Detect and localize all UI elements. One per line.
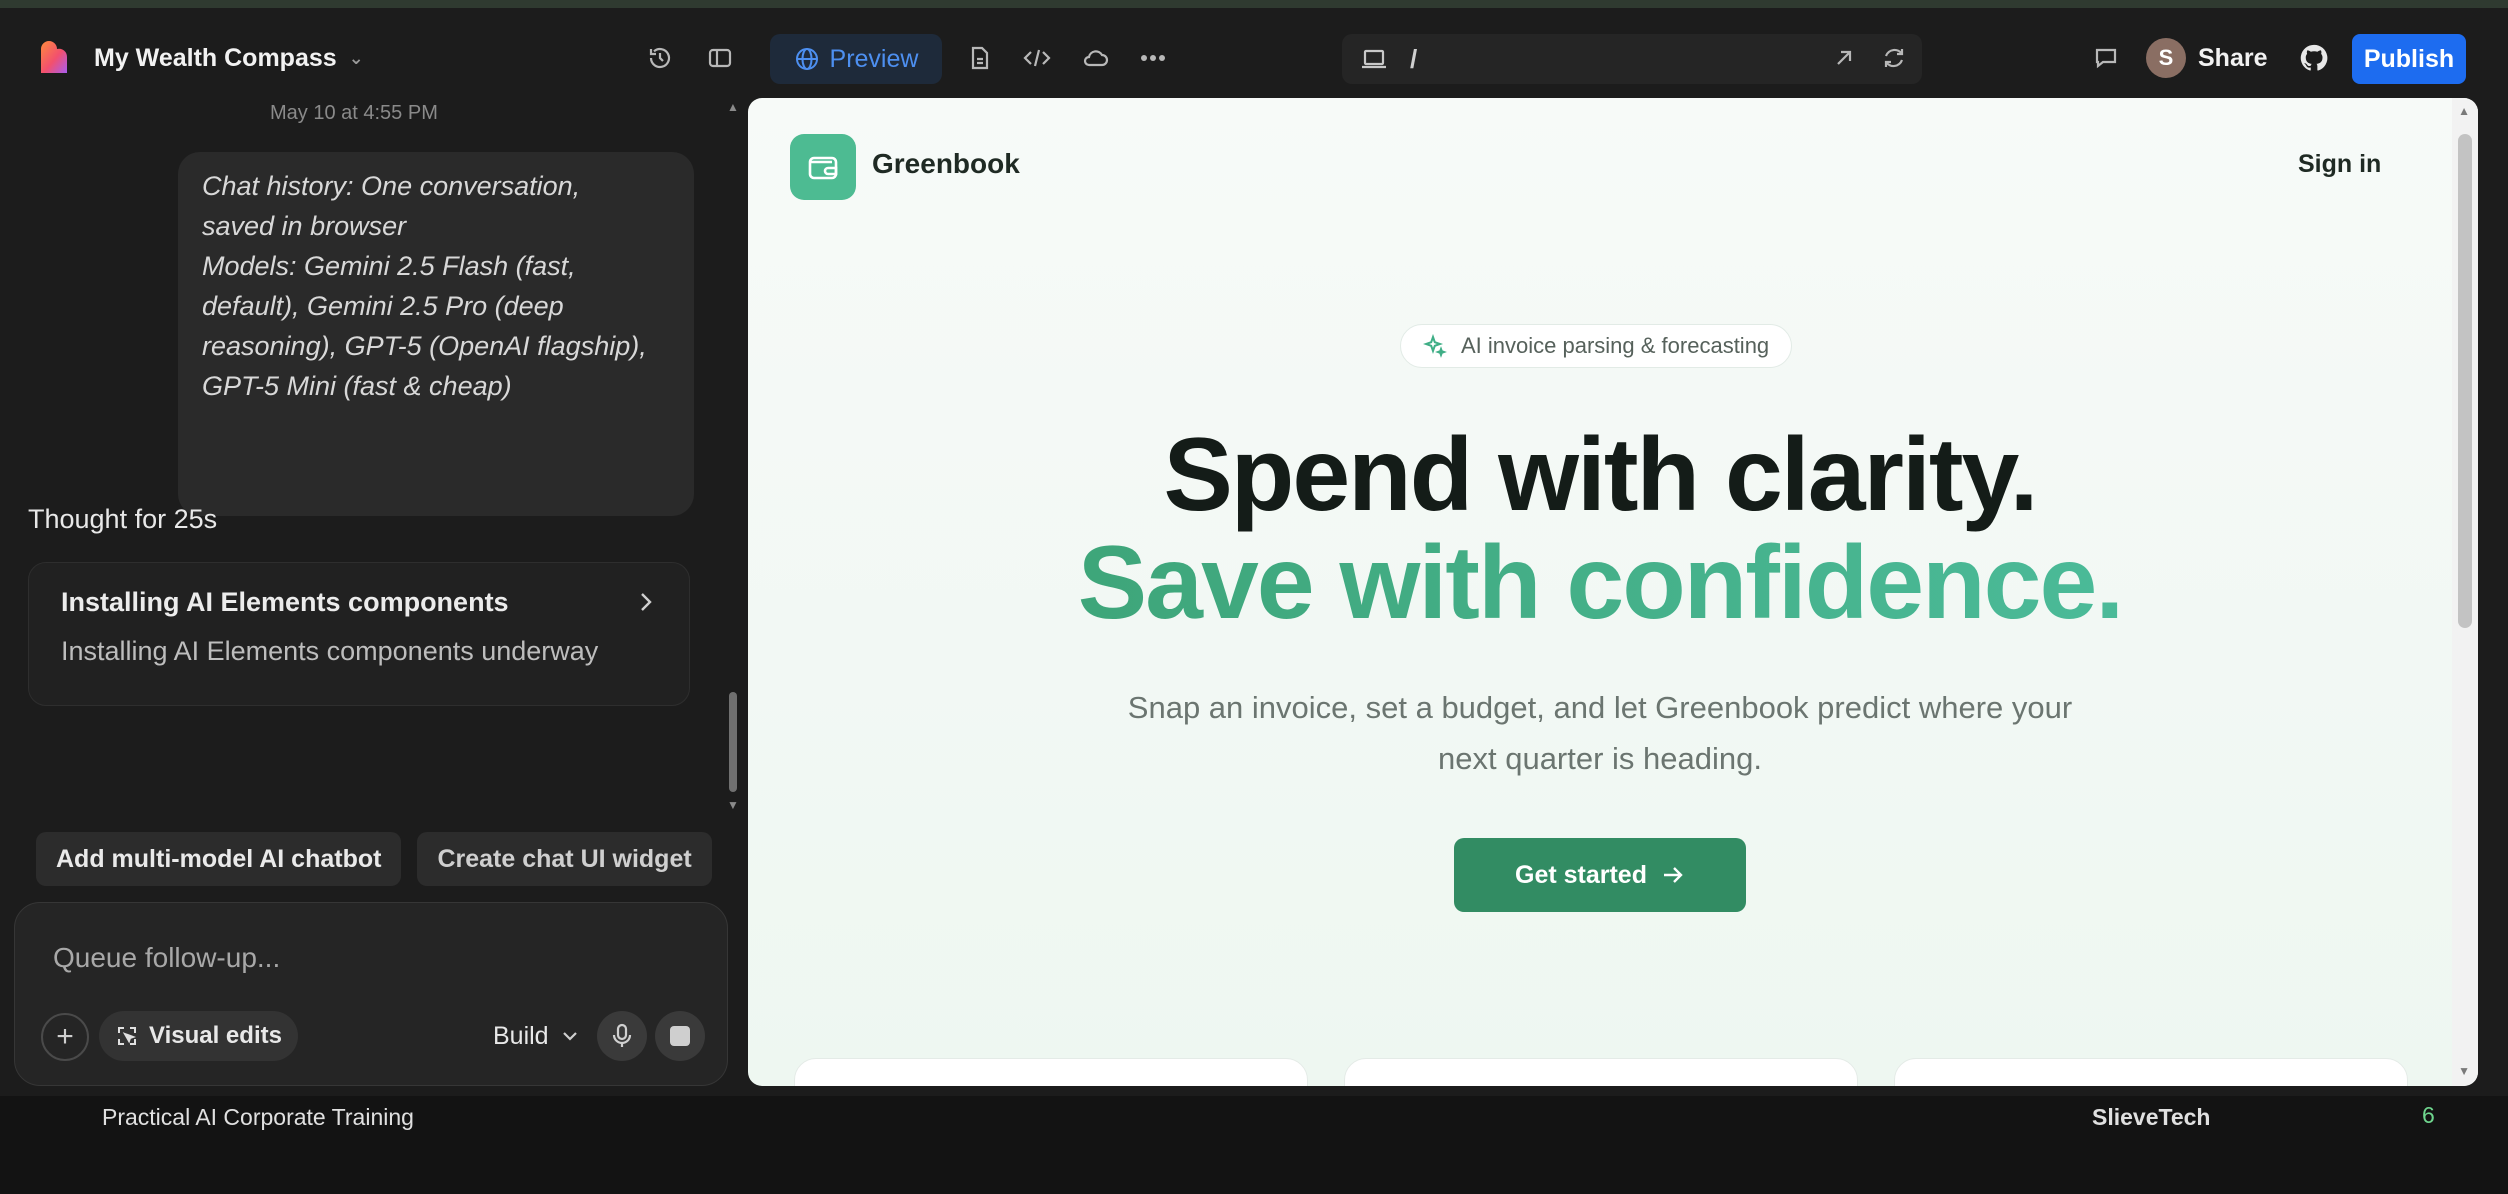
chat-panel: May 10 at 4:55 PM Chat history: One conv… [0, 96, 745, 1096]
headline-line-1: Spend with clarity. [1163, 417, 2038, 533]
scroll-down-arrow-icon[interactable]: ▼ [727, 798, 739, 812]
slide-number: 6 [2422, 1102, 2435, 1128]
stop-button[interactable] [655, 1011, 705, 1061]
visual-edits-label: Visual edits [149, 1022, 282, 1049]
stop-icon [670, 1026, 690, 1046]
feature-badge: AI invoice parsing & forecasting [1400, 324, 1793, 368]
mode-select[interactable]: Build [485, 1011, 587, 1061]
globe-icon [795, 48, 818, 70]
suggestion-chip[interactable]: Add multi-model AI chatbot [36, 832, 402, 886]
history-icon[interactable] [638, 36, 682, 80]
user-avatar[interactable]: S [2146, 38, 2186, 78]
subtitle-line: Snap an invoice, set a budget, and let G… [1127, 690, 2073, 725]
message-line: Models: Gemini 2.5 Flash (fast, [202, 251, 576, 281]
code-icon[interactable] [1015, 36, 1059, 80]
chat-scrollbar-thumb[interactable] [729, 692, 737, 792]
message-timestamp: May 10 at 4:55 PM [270, 102, 438, 124]
preview-tab[interactable]: Preview [770, 34, 942, 84]
message-line: reasoning), GPT-5 (OpenAI flagship), [202, 331, 647, 361]
scroll-down-arrow-icon[interactable]: ▼ [2458, 1064, 2470, 1078]
publish-button[interactable]: Publish [2352, 34, 2466, 84]
get-started-button[interactable]: Get started [1454, 838, 1746, 912]
more-options-icon[interactable] [1131, 36, 1175, 80]
share-button[interactable]: Share [2186, 36, 2279, 80]
visual-edits-button[interactable]: Visual edits [99, 1011, 298, 1061]
task-progress-card[interactable]: Installing AI Elements components Instal… [28, 562, 690, 706]
follow-up-input[interactable] [53, 933, 683, 983]
sparkles-icon [1423, 334, 1447, 358]
presentation-caption-bar: Practical AI Corporate Training SlieveTe… [0, 1096, 2508, 1194]
url-path: / [1410, 43, 1418, 74]
app-preview: Greenbook Sign in AI invoice parsing & f… [748, 98, 2478, 1086]
suggestion-chips: Add multi-model AI chatbot Create chat U… [36, 832, 712, 886]
sign-in-link[interactable]: Sign in [2298, 150, 2381, 179]
cursor-select-icon [118, 1027, 136, 1045]
message-line: default), Gemini 2.5 Pro (deep [202, 291, 564, 321]
scroll-up-arrow-icon[interactable]: ▲ [2458, 104, 2470, 118]
task-title: Installing AI Elements components [61, 587, 509, 617]
top-bar: My Wealth Compass ⌄ Preview / S Share Pu… [0, 8, 2508, 96]
caption-title: Practical AI Corporate Training [102, 1104, 414, 1130]
preview-label: Preview [829, 44, 919, 73]
add-attachment-button[interactable]: + [41, 1013, 89, 1061]
chat-bubble-icon[interactable] [2084, 36, 2128, 80]
subtitle-line: next quarter is heading. [1438, 741, 1762, 776]
wallet-icon[interactable] [790, 134, 856, 200]
refresh-icon[interactable] [1872, 36, 1916, 80]
cloud-icon[interactable] [1073, 36, 1117, 80]
user-message-bubble: Chat history: One conversation, saved in… [178, 152, 694, 516]
suggestion-chip[interactable]: Create chat UI widget [417, 832, 712, 886]
message-line: saved in browser [202, 211, 407, 241]
badge-label: AI invoice parsing & forecasting [1461, 333, 1770, 358]
cta-label: Get started [1515, 860, 1647, 889]
github-icon[interactable] [2292, 36, 2336, 80]
microphone-button[interactable] [597, 1011, 647, 1061]
feature-card [794, 1058, 1308, 1086]
laptop-icon[interactable] [1360, 48, 1388, 70]
hero-subtitle: Snap an invoice, set a budget, and let G… [1088, 682, 2112, 784]
feature-cards [794, 1058, 2408, 1086]
task-subtitle: Installing AI Elements components underw… [61, 636, 599, 666]
open-external-icon[interactable] [1822, 36, 1866, 80]
scroll-up-arrow-icon[interactable]: ▲ [727, 100, 739, 114]
preview-scrollbar-thumb[interactable] [2458, 134, 2472, 628]
message-line: GPT-5 Mini (fast & cheap) [202, 371, 512, 401]
chevron-down-icon: ⌄ [348, 47, 364, 68]
caption-brand: SlieveTech [2092, 1104, 2211, 1130]
top-edge-strip [0, 0, 2508, 8]
project-menu[interactable]: My Wealth Compass ⌄ [94, 36, 364, 80]
chevron-down-icon [562, 1032, 577, 1041]
mode-label: Build [493, 1021, 549, 1050]
headline-line-2: Save with confidence. [748, 524, 2452, 643]
project-name: My Wealth Compass [94, 43, 337, 72]
chevron-right-icon [641, 593, 652, 611]
sidebar-toggle-icon[interactable] [698, 36, 742, 80]
chat-composer: + Visual edits Build [14, 902, 728, 1086]
thought-duration[interactable]: Thought for 25s [28, 504, 217, 535]
microphone-icon [612, 1023, 632, 1047]
file-icon[interactable] [958, 36, 1002, 80]
message-line: Chat history: One conversation, [202, 171, 581, 201]
app-logo-icon[interactable] [34, 38, 74, 78]
feature-card [1894, 1058, 2408, 1086]
plus-icon: + [56, 1020, 74, 1053]
feature-card [1344, 1058, 1858, 1086]
arrow-right-icon [1663, 867, 1683, 883]
brand-name[interactable]: Greenbook [872, 148, 1020, 180]
